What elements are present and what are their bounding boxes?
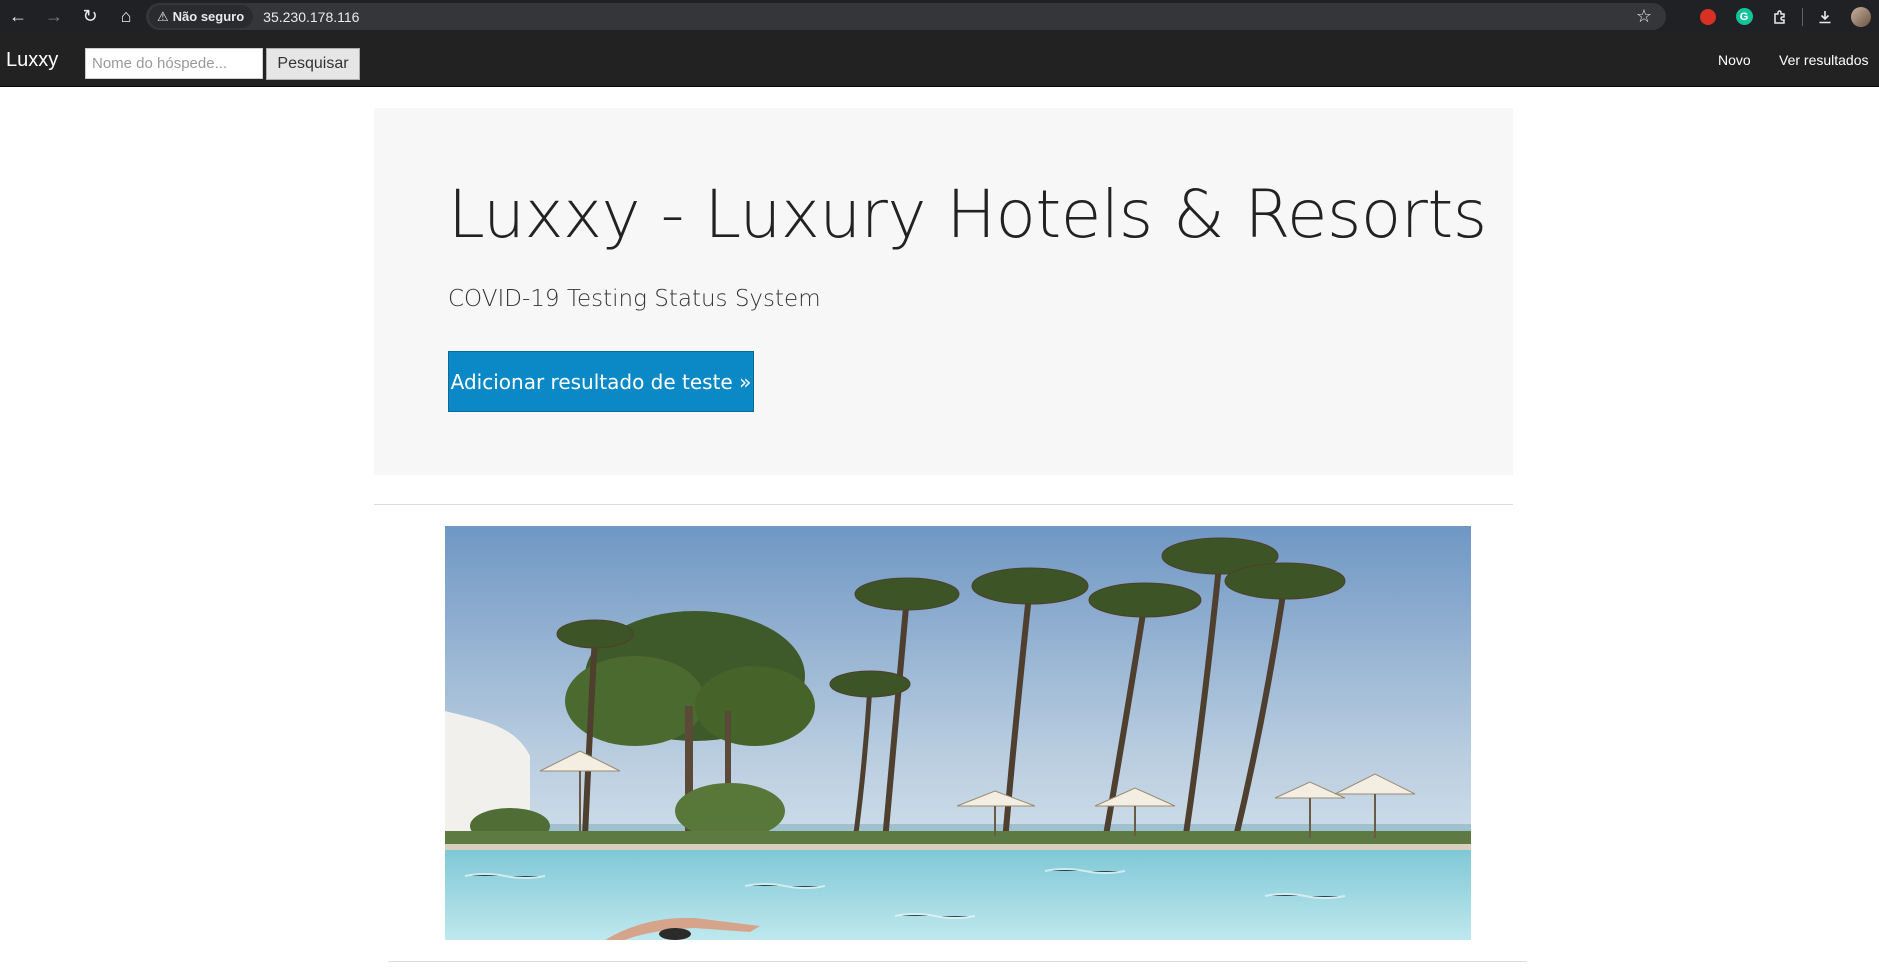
url-text[interactable]: 35.230.178.116 [263, 9, 359, 25]
grammarly-extension-icon[interactable]: G [1726, 0, 1762, 33]
security-label: Não seguro [172, 9, 245, 24]
page-title: Luxxy - Luxury Hotels & Resorts [448, 176, 1487, 253]
divider [374, 504, 1513, 505]
security-chip[interactable]: ⚠ Não seguro [149, 5, 254, 28]
download-icon[interactable] [1807, 0, 1843, 33]
extensions-area: G [1690, 0, 1879, 33]
address-bar[interactable]: ⚠ Não seguro 35.230.178.116 ☆ [146, 3, 1666, 30]
nav-link-view-results[interactable]: Ver resultados [1779, 52, 1869, 68]
divider [388, 961, 1527, 962]
add-test-result-button[interactable]: Adicionar resultado de teste » [448, 351, 754, 412]
forward-arrow-icon[interactable]: → [36, 0, 72, 33]
page-subtitle: COVID-19 Testing Status System [448, 286, 821, 312]
puzzle-extensions-icon[interactable] [1762, 0, 1798, 33]
resort-pool-image [445, 526, 1471, 940]
reload-icon[interactable]: ↻ [72, 0, 108, 33]
warning-icon: ⚠ [157, 8, 169, 24]
back-arrow-icon[interactable]: ← [0, 0, 36, 33]
bookmark-star-icon[interactable]: ☆ [1636, 6, 1652, 27]
nav-link-new[interactable]: Novo [1718, 52, 1751, 68]
guest-search-input[interactable] [85, 48, 263, 79]
site-navbar: Luxxy Pesquisar Novo Ver resultados [0, 33, 1879, 87]
toolbar-separator [1802, 7, 1803, 26]
browser-toolbar: ← → ↻ ⌂ ⚠ Não seguro 35.230.178.116 ☆ G [0, 0, 1879, 33]
brand-logo[interactable]: Luxxy [6, 49, 58, 72]
search-button[interactable]: Pesquisar [266, 48, 360, 80]
jumbotron: Luxxy - Luxury Hotels & Resorts COVID-19… [374, 108, 1513, 475]
home-icon[interactable]: ⌂ [108, 0, 144, 33]
profile-avatar-icon[interactable] [1843, 0, 1879, 33]
red-extension-icon[interactable] [1690, 0, 1726, 33]
